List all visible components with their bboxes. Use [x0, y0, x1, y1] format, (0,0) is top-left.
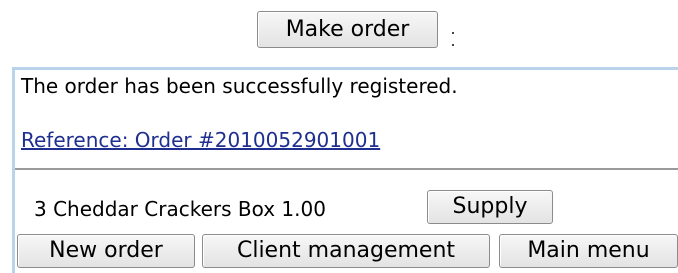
main-menu-button[interactable]: Main menu	[499, 234, 678, 268]
new-order-button[interactable]: New order	[17, 234, 195, 268]
supply-button[interactable]: Supply	[427, 190, 553, 224]
colon-mark	[450, 26, 458, 48]
success-message: The order has been successfully register…	[21, 74, 458, 98]
divider	[15, 168, 678, 170]
order-item-row: 3 Cheddar Crackers Box 1.00	[34, 197, 326, 221]
order-reference-link[interactable]: Reference: Order #2010052901001	[21, 128, 380, 152]
client-management-button[interactable]: Client management	[202, 234, 490, 268]
make-order-button[interactable]: Make order	[257, 11, 438, 48]
